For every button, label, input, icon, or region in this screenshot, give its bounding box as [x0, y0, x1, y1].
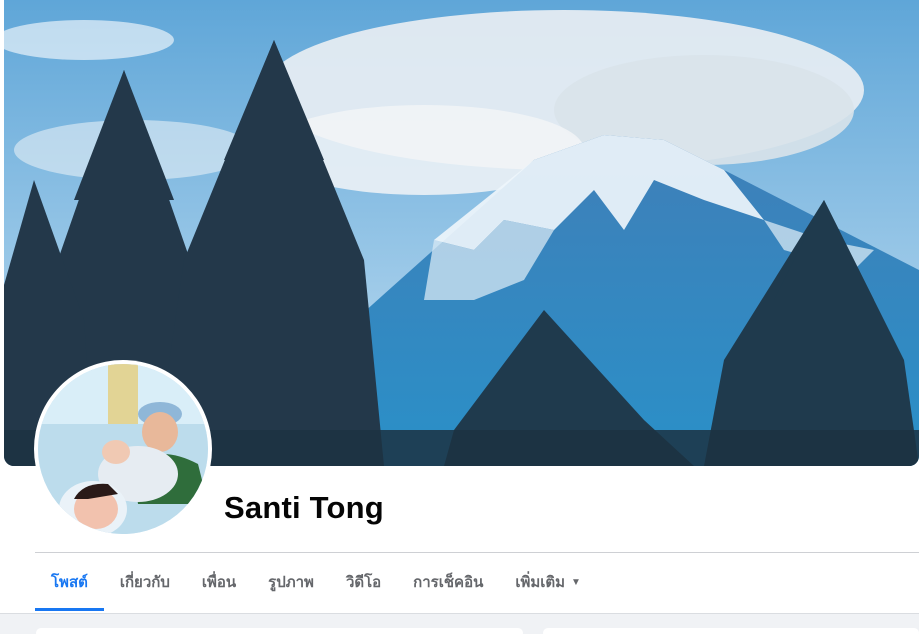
tab-friends[interactable]: เพื่อน — [186, 553, 252, 611]
tab-checkins[interactable]: การเช็คอิน — [397, 553, 499, 611]
tab-label: โพสต์ — [51, 574, 88, 591]
tab-label: วิดีโอ — [345, 574, 382, 591]
tab-posts[interactable]: โพสต์ — [35, 553, 104, 611]
caret-down-icon: ▼ — [571, 576, 581, 588]
profile-name: Santi Tong — [224, 490, 384, 525]
tab-more[interactable]: เพิ่มเติม ▼ — [499, 553, 597, 611]
tab-label: การเช็คอิน — [413, 574, 484, 591]
tab-label: เพื่อน — [201, 574, 237, 591]
right-column-card — [543, 628, 919, 638]
tab-photos[interactable]: รูปภาพ — [252, 553, 330, 611]
left-column-card — [36, 628, 523, 638]
tab-label: เกี่ยวกับ — [119, 574, 170, 591]
tab-about[interactable]: เกี่ยวกับ — [104, 553, 186, 611]
tab-label: เพิ่มเติม — [515, 574, 566, 591]
avatar[interactable] — [38, 364, 208, 534]
profile-tabs: โพสต์ เกี่ยวกับ เพื่อน รูปภาพ วิดีโอ การ… — [35, 553, 597, 611]
family-newborn-photo — [38, 364, 208, 534]
tab-label: รูปภาพ — [268, 574, 314, 591]
tab-videos[interactable]: วิดีโอ — [330, 553, 397, 611]
